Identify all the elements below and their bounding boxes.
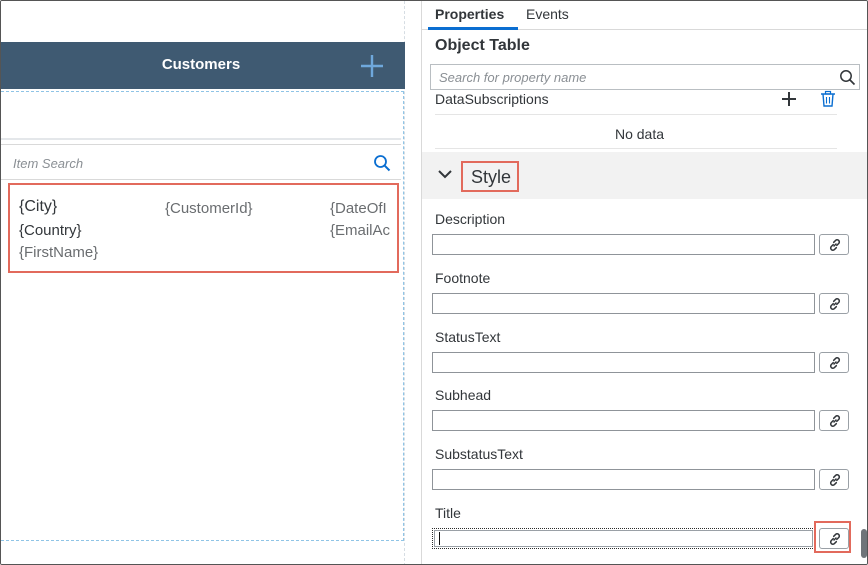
preview-pane: Customers Item Search {City} {CustomerId… (1, 1, 421, 564)
record-country: {Country} (19, 222, 82, 239)
link-icon (829, 357, 841, 369)
property-search-placeholder: Search for property name (439, 70, 587, 85)
plus-icon (361, 55, 383, 77)
link-icon (829, 533, 841, 545)
link-icon (829, 239, 841, 251)
style-label-highlight: Style (461, 161, 519, 192)
divider (435, 148, 837, 149)
field-label-status-text: StatusText (435, 329, 501, 345)
record-customer-id: {CustomerId} (165, 200, 253, 217)
add-subscription-button[interactable] (780, 90, 798, 108)
delete-subscription-button[interactable] (820, 90, 836, 108)
field-label-description: Description (435, 211, 506, 227)
subhead-field[interactable] (432, 410, 815, 431)
page-title: Customers (161, 56, 241, 73)
field-label-title: Title (435, 505, 461, 521)
list-item[interactable]: {City} {CustomerId} {DateOfI {Country} {… (8, 183, 399, 273)
tab-properties[interactable]: Properties (435, 6, 504, 22)
link-icon (829, 415, 841, 427)
search-icon[interactable] (839, 69, 856, 86)
link-icon (829, 474, 841, 486)
properties-pane: Properties Events Object Table Search fo… (421, 1, 867, 564)
item-search-bar[interactable]: Item Search (1, 144, 401, 180)
tab-events[interactable]: Events (526, 6, 569, 22)
item-search-placeholder: Item Search (13, 156, 84, 171)
style-section-header[interactable]: Style (422, 152, 867, 199)
active-tab-indicator (428, 27, 518, 30)
properties-scrollbar[interactable] (861, 529, 867, 558)
property-search-input[interactable]: Search for property name (430, 64, 860, 90)
divider (1, 138, 401, 140)
record-city: {City} (19, 198, 58, 215)
record-first-name: {FirstName} (19, 244, 99, 261)
field-label-subhead: Subhead (435, 387, 492, 403)
tab-bar: Properties Events (422, 1, 867, 30)
app-window: Customers Item Search {City} {CustomerId… (0, 0, 868, 565)
bind-title-button[interactable] (819, 528, 849, 549)
link-icon (829, 298, 841, 310)
page-header-bar: Customers (1, 42, 405, 89)
field-label-substatus-text: SubstatusText (435, 446, 523, 462)
record-email: {EmailAc (330, 222, 391, 239)
search-icon[interactable] (373, 154, 391, 172)
bind-description-button[interactable] (819, 234, 849, 255)
field-label-footnote: Footnote (435, 270, 491, 286)
divider (435, 114, 837, 115)
substatus-text-field[interactable] (432, 469, 815, 490)
add-button[interactable] (359, 53, 385, 79)
description-field[interactable] (432, 234, 815, 255)
footnote-field[interactable] (432, 293, 815, 314)
chevron-down-icon (438, 170, 452, 179)
bind-subhead-button[interactable] (819, 410, 849, 431)
text-caret (439, 532, 440, 545)
bind-footnote-button[interactable] (819, 293, 849, 314)
status-text-field[interactable] (432, 352, 815, 373)
data-subscriptions-label: DataSubscriptions (435, 91, 549, 107)
object-title: Object Table (435, 37, 530, 54)
plus-icon (782, 92, 796, 106)
style-section-title: Style (471, 167, 512, 187)
title-field[interactable] (432, 528, 815, 549)
trash-icon (821, 90, 835, 107)
bind-status-text-button[interactable] (819, 352, 849, 373)
record-date-of: {DateOfI (330, 200, 387, 217)
bind-substatus-text-button[interactable] (819, 469, 849, 490)
no-data-text: No data (614, 126, 665, 142)
